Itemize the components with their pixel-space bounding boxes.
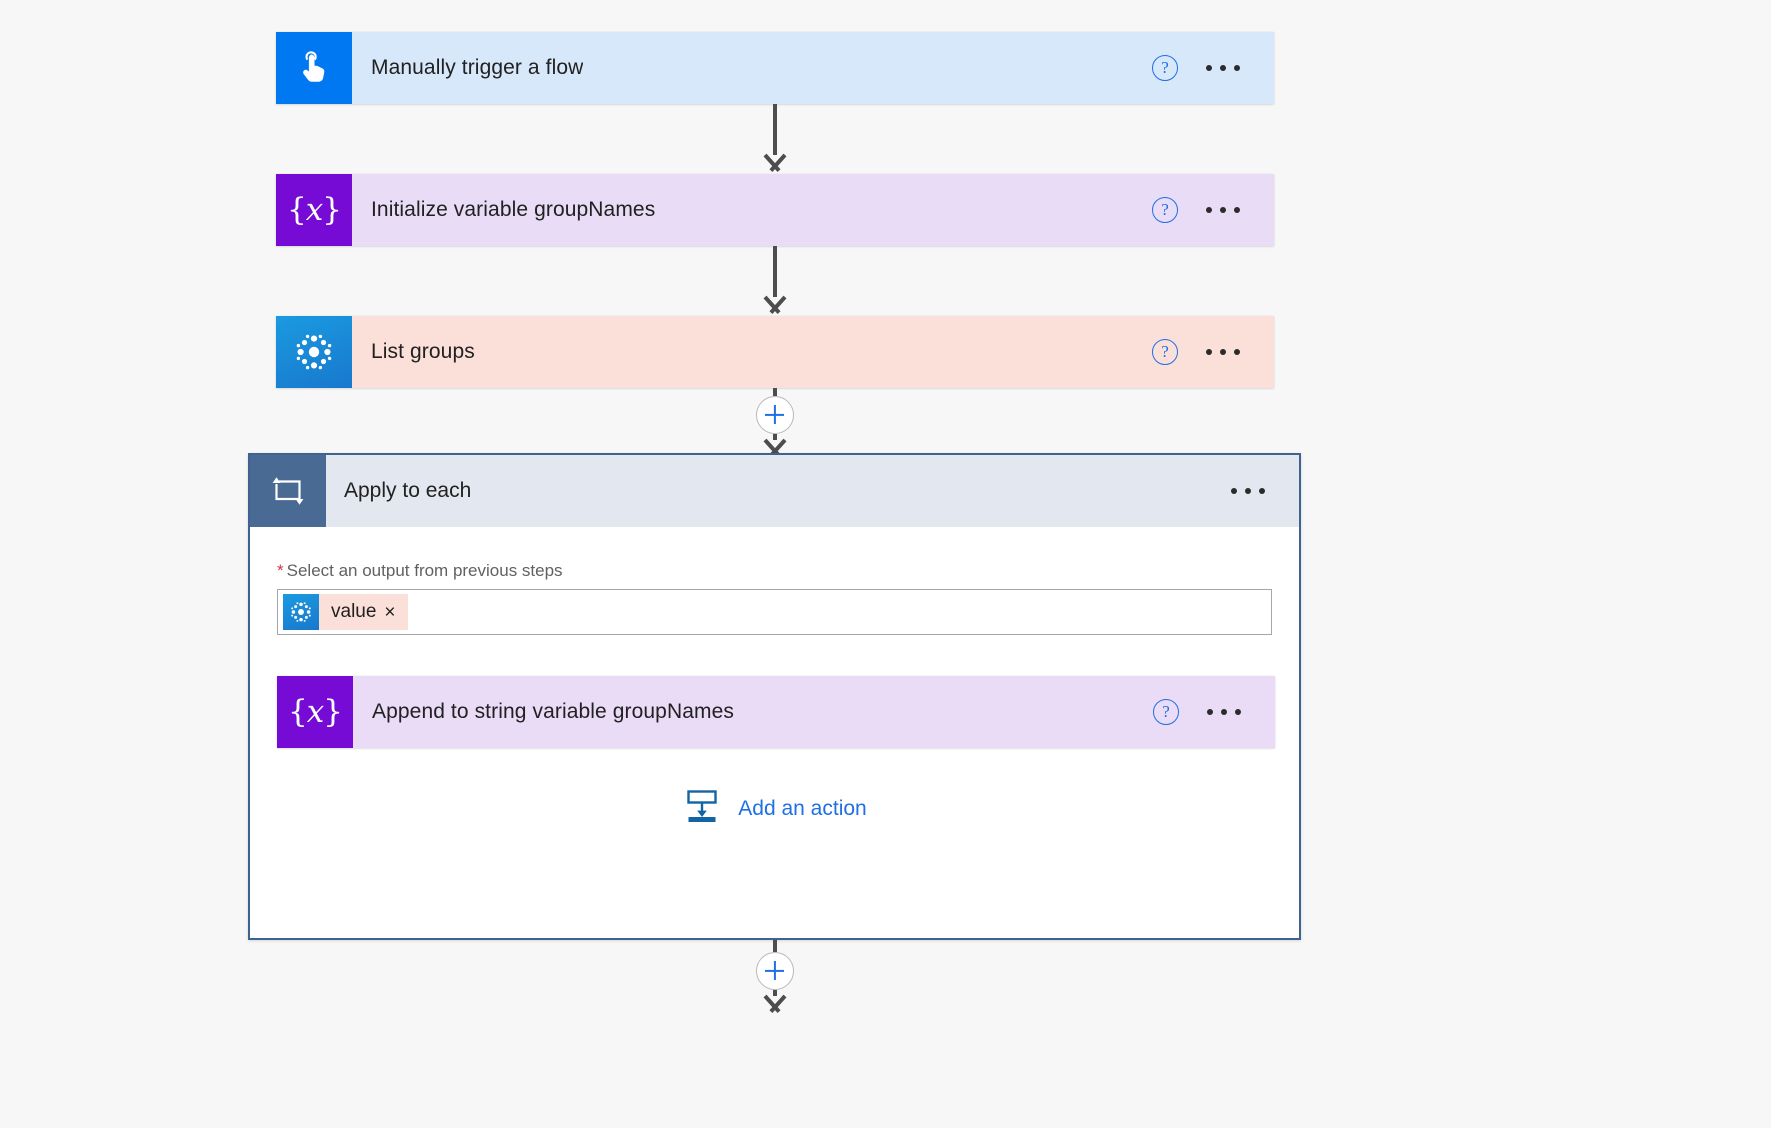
help-icon[interactable]: ? (1152, 55, 1178, 81)
select-output-label-text: Select an output from previous steps (287, 561, 563, 580)
select-output-label: *Select an output from previous steps (250, 527, 1299, 589)
card-body: Manually trigger a flow (352, 32, 1152, 104)
add-an-action-button[interactable]: Add an action (250, 748, 1299, 831)
flow-step-title: Manually trigger a flow (371, 56, 583, 80)
add-step-button[interactable] (756, 396, 794, 434)
overflow-menu-icon[interactable] (1206, 197, 1240, 223)
loop-foreach-icon (250, 455, 326, 527)
flow-step-title: List groups (371, 340, 475, 364)
help-icon[interactable]: ? (1152, 197, 1178, 223)
connector-with-add-button (755, 388, 795, 460)
connector-arrow (755, 104, 795, 172)
flow-step-list-groups[interactable]: List groups ? (276, 316, 1274, 388)
required-marker: * (277, 561, 287, 580)
flow-step-title: Initialize variable groupNames (371, 198, 655, 222)
card-actions: ? (1153, 676, 1275, 748)
variable-braces-icon: {x} (277, 676, 353, 748)
add-an-action-label: Add an action (738, 797, 866, 821)
remove-token-icon[interactable]: × (384, 603, 407, 622)
token-chip-value[interactable]: value × (283, 594, 408, 630)
overflow-menu-icon[interactable] (1206, 339, 1240, 365)
overflow-menu-icon[interactable] (1231, 478, 1265, 504)
card-body: Append to string variable groupNames (353, 676, 1153, 748)
azure-ad-groups-icon (276, 316, 352, 388)
overflow-menu-icon[interactable] (1206, 55, 1240, 81)
card-body: List groups (352, 316, 1152, 388)
help-icon[interactable]: ? (1152, 339, 1178, 365)
token-label: value (319, 601, 384, 623)
azure-ad-groups-icon (283, 594, 319, 630)
variable-braces-icon: {x} (276, 174, 352, 246)
help-icon[interactable]: ? (1153, 699, 1179, 725)
apply-to-each-container[interactable]: Apply to each *Select an output from pre… (248, 453, 1301, 940)
card-actions: ? (1152, 316, 1274, 388)
card-body: Initialize variable groupNames (352, 174, 1152, 246)
apply-to-each-header[interactable]: Apply to each (250, 455, 1299, 527)
add-step-button[interactable] (756, 952, 794, 990)
apply-to-each-body: *Select an output from previous steps (250, 527, 1299, 831)
tap-hand-icon (276, 32, 352, 104)
flow-step-initialize-variable[interactable]: {x} Initialize variable groupNames ? (276, 174, 1274, 246)
card-actions: ? (1152, 32, 1274, 104)
select-output-input[interactable]: value × (277, 589, 1272, 635)
card-actions: ? (1152, 174, 1274, 246)
flow-step-manual-trigger[interactable]: Manually trigger a flow ? (276, 32, 1274, 104)
flow-designer-canvas: Manually trigger a flow ? {x} Initialize… (0, 0, 1771, 1128)
overflow-menu-icon[interactable] (1207, 699, 1241, 725)
insert-below-icon (682, 786, 722, 831)
flow-step-append-to-string-variable[interactable]: {x} Append to string variable groupNames… (277, 676, 1275, 748)
card-actions (1231, 455, 1299, 527)
connector-arrow (755, 246, 795, 314)
connector-with-add-button (755, 940, 795, 1128)
flow-step-title: Append to string variable groupNames (372, 700, 734, 724)
apply-to-each-title: Apply to each (326, 455, 1231, 527)
